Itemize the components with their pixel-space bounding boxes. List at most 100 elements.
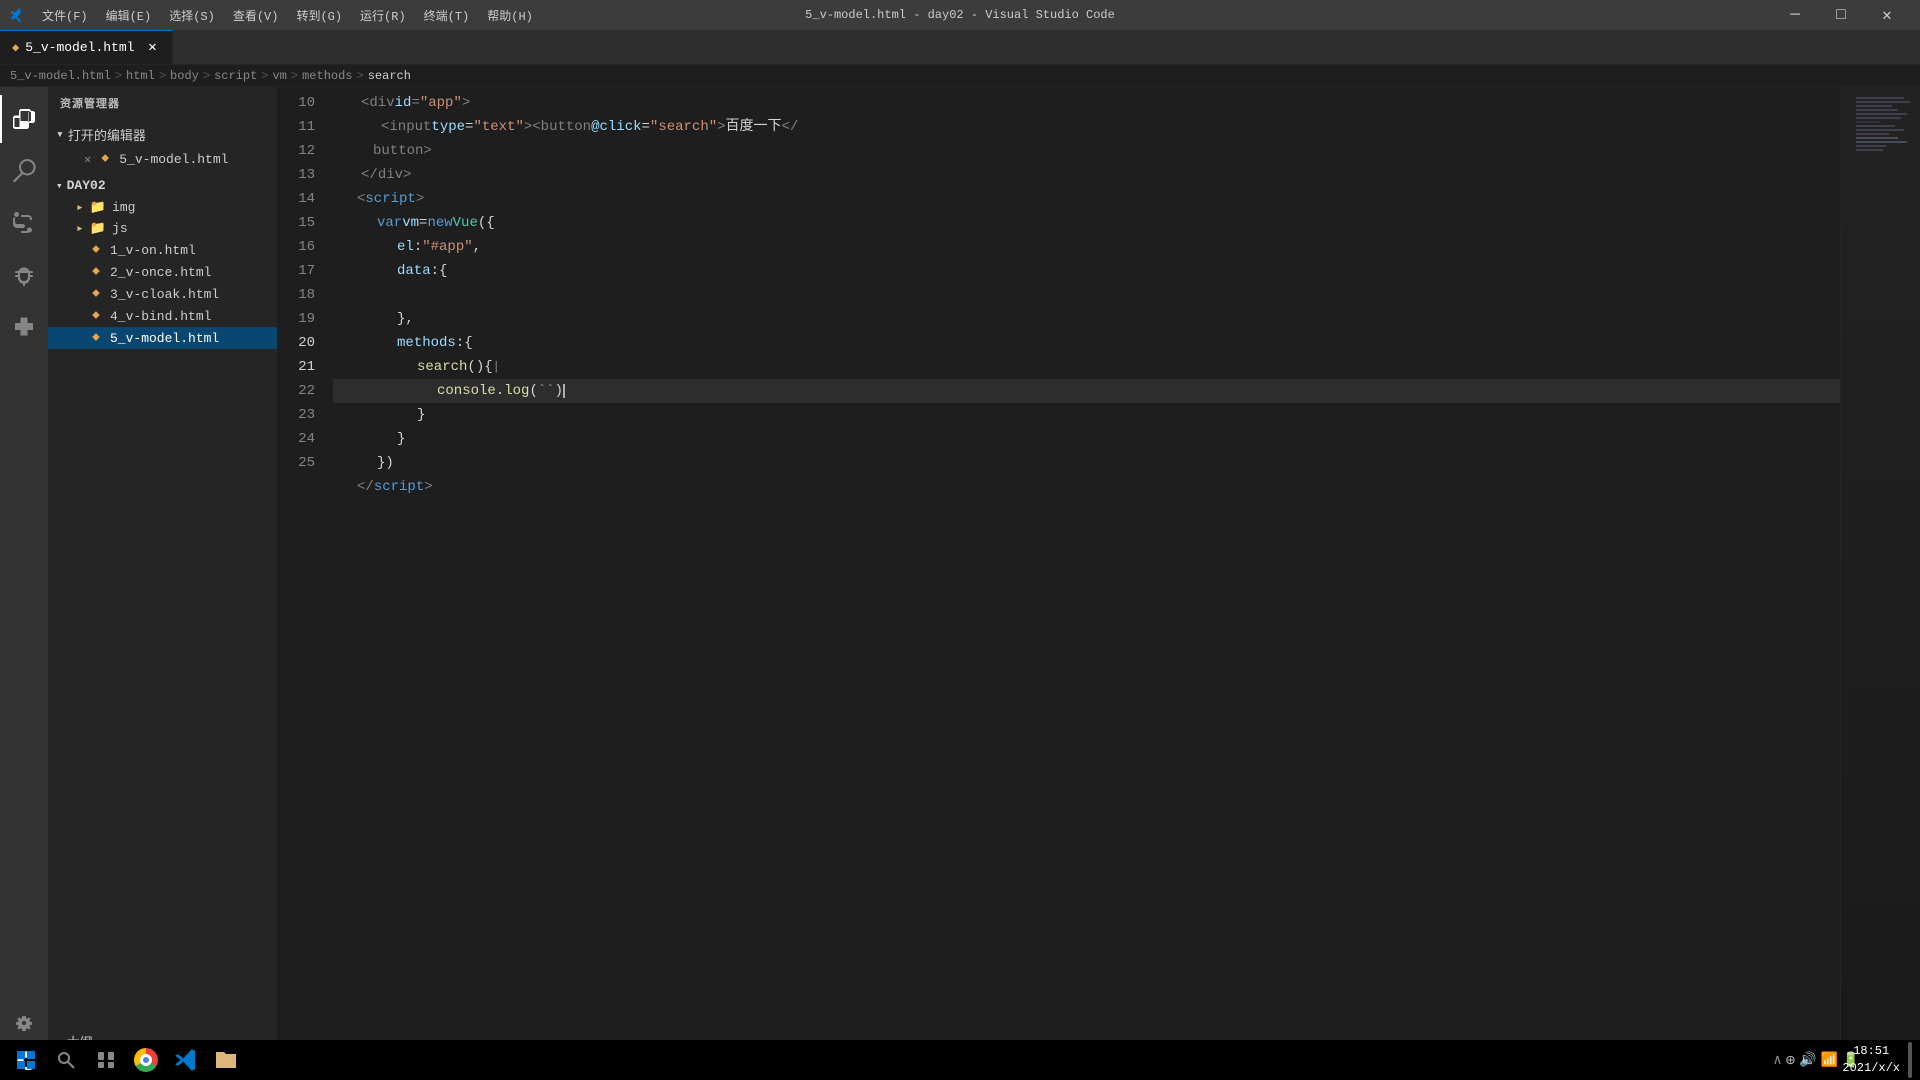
folder-js-label: js <box>112 221 128 236</box>
sidebar: 资源管理器 ▾ 打开的编辑器 ✕ ⬥ 5_v-model.html ▾ DAY0… <box>48 87 278 1055</box>
title-bar-left: 文件(F) 编辑(E) 选择(S) 查看(V) 转到(G) 运行(R) 终端(T… <box>10 3 541 28</box>
sidebar-item-js[interactable]: ▸ 📁 js <box>48 218 277 239</box>
code-line-22: } <box>333 403 1840 427</box>
breadcrumb-item-methods[interactable]: methods <box>302 69 352 83</box>
sidebar-item-3-v-cloak[interactable]: ⬥ 3_v-cloak.html <box>48 283 277 305</box>
folder-icon: ▸ <box>76 200 84 215</box>
day02-header[interactable]: ▾ DAY02 <box>48 174 277 197</box>
menu-run[interactable]: 运行(R) <box>352 3 414 28</box>
breadcrumb-item-script[interactable]: script <box>214 69 257 83</box>
open-file-label: 5_v-model.html <box>119 152 228 167</box>
open-editors-header[interactable]: ▾ 打开的编辑器 <box>48 121 277 148</box>
breadcrumb-item-search[interactable]: search <box>368 69 411 83</box>
breadcrumb-item-file[interactable]: 5_v-model.html <box>10 69 111 83</box>
activity-bar <box>0 87 48 1055</box>
file-v-bind-icon: ⬥ <box>88 308 104 324</box>
maximize-button[interactable]: □ <box>1818 0 1864 30</box>
code-line-17 <box>333 283 1840 307</box>
menu-bar: 文件(F) 编辑(E) 选择(S) 查看(V) 转到(G) 运行(R) 终端(T… <box>34 3 541 28</box>
activity-explorer[interactable] <box>0 95 48 143</box>
menu-help[interactable]: 帮助(H) <box>479 3 541 28</box>
taskbar-search[interactable] <box>48 1042 84 1078</box>
sidebar-item-img[interactable]: ▸ 📁 img <box>48 197 277 218</box>
tab-file-icon: ◆ <box>12 40 19 55</box>
chevron-down-icon: ▾ <box>56 127 64 142</box>
file-v-model-icon: ⬥ <box>88 330 104 346</box>
system-time[interactable]: 18:51 2021/x/x <box>1842 1043 1900 1077</box>
taskbar-left <box>8 1042 244 1078</box>
breadcrumb-item-vm[interactable]: vm <box>272 69 286 83</box>
menu-goto[interactable]: 转到(G) <box>288 3 350 28</box>
code-line-11: <input type="text"><button @click="searc… <box>333 115 1840 139</box>
code-line-21: console.log(``) <box>333 379 1840 403</box>
code-line-12: </div> <box>333 163 1840 187</box>
file-v-cloak-icon: ⬥ <box>88 286 104 302</box>
day02-section: ▾ DAY02 ▸ 📁 img ▸ 📁 js ⬥ 1_v-on.html <box>48 172 277 351</box>
taskbar-right: ∧ ⊕ 🔊 📶 🔋 18:51 2021/x/x <box>1798 1042 1912 1078</box>
menu-view[interactable]: 查看(V) <box>225 3 287 28</box>
sidebar-item-2-v-once[interactable]: ⬥ 2_v-once.html <box>48 261 277 283</box>
taskbar: ∧ ⊕ 🔊 📶 🔋 18:51 2021/x/x <box>0 1040 1920 1080</box>
tab-bar: ◆ 5_v-model.html ✕ <box>0 30 1920 65</box>
code-line-24: }) <box>333 451 1840 475</box>
code-line-19: methods:{ <box>333 331 1840 355</box>
text-cursor <box>563 384 565 398</box>
taskbar-chrome[interactable] <box>128 1042 164 1078</box>
code-line-25: </script> <box>333 475 1840 499</box>
minimap <box>1840 87 1920 1055</box>
open-editors-section: ▾ 打开的编辑器 ✕ ⬥ 5_v-model.html <box>48 119 277 172</box>
day02-label: DAY02 <box>67 178 106 193</box>
folder-img-label: img <box>112 200 135 215</box>
taskbar-taskview[interactable] <box>88 1042 124 1078</box>
line-numbers: 10 11 12 13 14 15 16 17 18 19 20 21 22 2… <box>278 87 333 1055</box>
activity-extensions[interactable] <box>0 303 48 351</box>
file-v-model-label: 5_v-model.html <box>110 331 219 346</box>
code-line-18: }, <box>333 307 1840 331</box>
open-file-5-v-model[interactable]: ✕ ⬥ 5_v-model.html <box>48 148 277 170</box>
close-icon[interactable]: ✕ <box>84 152 91 167</box>
taskbar-file-explorer[interactable] <box>208 1042 244 1078</box>
open-editors-label: 打开的编辑器 <box>68 125 146 144</box>
time-display: 18:51 <box>1842 1043 1900 1060</box>
main-layout: 资源管理器 ▾ 打开的编辑器 ✕ ⬥ 5_v-model.html ▾ DAY0… <box>0 87 1920 1055</box>
tab-5-v-model[interactable]: ◆ 5_v-model.html ✕ <box>0 30 173 64</box>
folder-js-icon: 📁 <box>90 221 106 236</box>
breadcrumb: 5_v-model.html > html > body > script > … <box>0 65 1920 87</box>
sidebar-item-1-v-on[interactable]: ⬥ 1_v-on.html <box>48 239 277 261</box>
minimize-button[interactable]: ─ <box>1772 0 1818 30</box>
code-line-20: search(){ | <box>333 355 1840 379</box>
code-line-10: <div id="app"> <box>333 91 1840 115</box>
file-v-once-icon: ⬥ <box>88 264 104 280</box>
sidebar-item-5-v-model[interactable]: ⬥ 5_v-model.html <box>48 327 277 349</box>
show-desktop[interactable] <box>1908 1042 1912 1078</box>
breadcrumb-item-html[interactable]: html <box>126 69 155 83</box>
code-line-15: el:"#app", <box>333 235 1840 259</box>
start-button[interactable] <box>8 1042 44 1078</box>
menu-file[interactable]: 文件(F) <box>34 3 96 28</box>
tray-icons[interactable]: ∧ ⊕ 🔊 📶 🔋 <box>1798 1042 1834 1078</box>
menu-edit[interactable]: 编辑(E) <box>98 3 160 28</box>
folder-js-chevron: ▸ <box>76 221 84 236</box>
vscode-icon <box>10 7 26 23</box>
code-content[interactable]: <div id="app"> <input type="text"><butto… <box>333 87 1840 1055</box>
code-line-14: var vm=new Vue({ <box>333 211 1840 235</box>
sidebar-header: 资源管理器 <box>48 87 277 119</box>
editor-area[interactable]: 10 11 12 13 14 15 16 17 18 19 20 21 22 2… <box>278 87 1920 1055</box>
close-button[interactable]: ✕ <box>1864 0 1910 30</box>
file-icon: ⬥ <box>97 151 113 167</box>
activity-search[interactable] <box>0 147 48 195</box>
tab-close-button[interactable]: ✕ <box>144 40 160 56</box>
menu-terminal[interactable]: 终端(T) <box>416 3 478 28</box>
file-v-bind-label: 4_v-bind.html <box>110 309 211 324</box>
breadcrumb-item-body[interactable]: body <box>170 69 199 83</box>
sidebar-item-4-v-bind[interactable]: ⬥ 4_v-bind.html <box>48 305 277 327</box>
window-controls: ─ □ ✕ <box>1772 0 1910 30</box>
menu-select[interactable]: 选择(S) <box>161 3 223 28</box>
chevron-down-icon-2: ▾ <box>56 179 63 193</box>
date-display: 2021/x/x <box>1842 1060 1900 1077</box>
code-line-13: <script> <box>333 187 1840 211</box>
activity-debug[interactable] <box>0 251 48 299</box>
activity-source-control[interactable] <box>0 199 48 247</box>
taskbar-vscode[interactable] <box>168 1042 204 1078</box>
file-v-cloak-label: 3_v-cloak.html <box>110 287 219 302</box>
